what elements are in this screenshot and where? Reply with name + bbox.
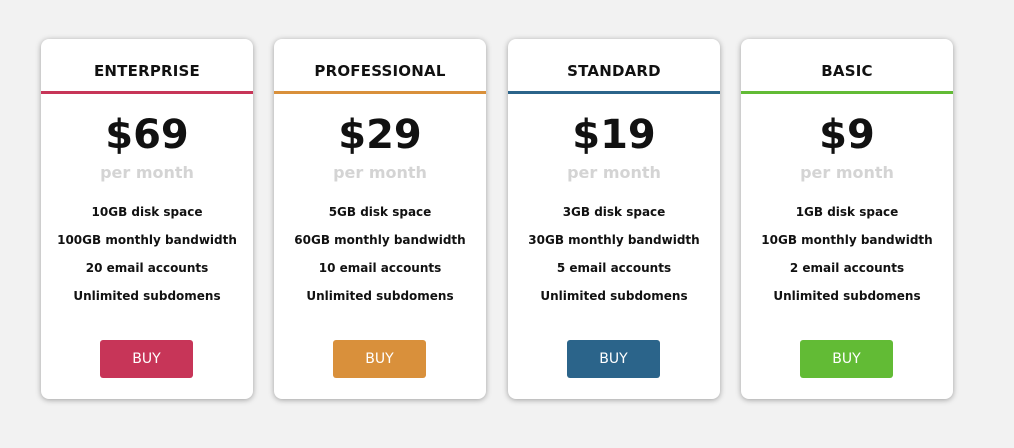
plan-header: STANDARD [508,39,720,94]
plan-header: BASIC [741,39,953,94]
feature-item: Unlimited subdomens [773,289,921,303]
plan-card-standard: STANDARD $19 per month 3GB disk space 30… [508,39,720,399]
feature-item: 3GB disk space [562,205,666,219]
feature-item: 5 email accounts [556,261,672,275]
plan-price: $69 [105,112,189,158]
plan-price: $19 [572,112,656,158]
feature-item: 10GB monthly bandwidth [761,233,933,247]
feature-item: Unlimited subdomens [540,289,688,303]
feature-item: 100GB monthly bandwidth [57,233,237,247]
buy-button-standard[interactable]: BUY [567,340,660,378]
plan-card-professional: PROFESSIONAL $29 per month 5GB disk spac… [274,39,486,399]
feature-list: 5GB disk space 60GB monthly bandwidth 10… [274,198,486,310]
feature-list: 3GB disk space 30GB monthly bandwidth 5 … [508,198,720,310]
feature-item: 20 email accounts [85,261,209,275]
plan-header: ENTERPRISE [41,39,253,94]
plan-name: ENTERPRISE [93,62,200,80]
plan-price: $29 [338,112,422,158]
feature-item: 60GB monthly bandwidth [294,233,466,247]
feature-item: 5GB disk space [328,205,432,219]
plan-name: PROFESSIONAL [314,62,446,80]
feature-list: 1GB disk space 10GB monthly bandwidth 2 … [741,198,953,310]
feature-list: 10GB disk space 100GB monthly bandwidth … [41,198,253,310]
plan-period: per month [100,163,194,182]
buy-button-enterprise[interactable]: BUY [100,340,193,378]
pricing-table: ENTERPRISE $69 per month 10GB disk space… [0,0,1014,448]
plan-period: per month [333,163,427,182]
plan-name: BASIC [821,62,873,80]
plan-period: per month [567,163,661,182]
feature-item: Unlimited subdomens [306,289,454,303]
plan-card-enterprise: ENTERPRISE $69 per month 10GB disk space… [41,39,253,399]
buy-button-professional[interactable]: BUY [333,340,426,378]
feature-item: 2 email accounts [789,261,905,275]
feature-item: 30GB monthly bandwidth [528,233,700,247]
plan-header: PROFESSIONAL [274,39,486,94]
plan-name: STANDARD [567,62,661,80]
feature-item: 1GB disk space [795,205,899,219]
plan-card-basic: BASIC $9 per month 1GB disk space 10GB m… [741,39,953,399]
feature-item: 10 email accounts [318,261,442,275]
buy-button-basic[interactable]: BUY [800,340,893,378]
plan-period: per month [800,163,894,182]
feature-item: 10GB disk space [91,205,203,219]
plan-price: $9 [819,112,875,158]
feature-item: Unlimited subdomens [73,289,221,303]
